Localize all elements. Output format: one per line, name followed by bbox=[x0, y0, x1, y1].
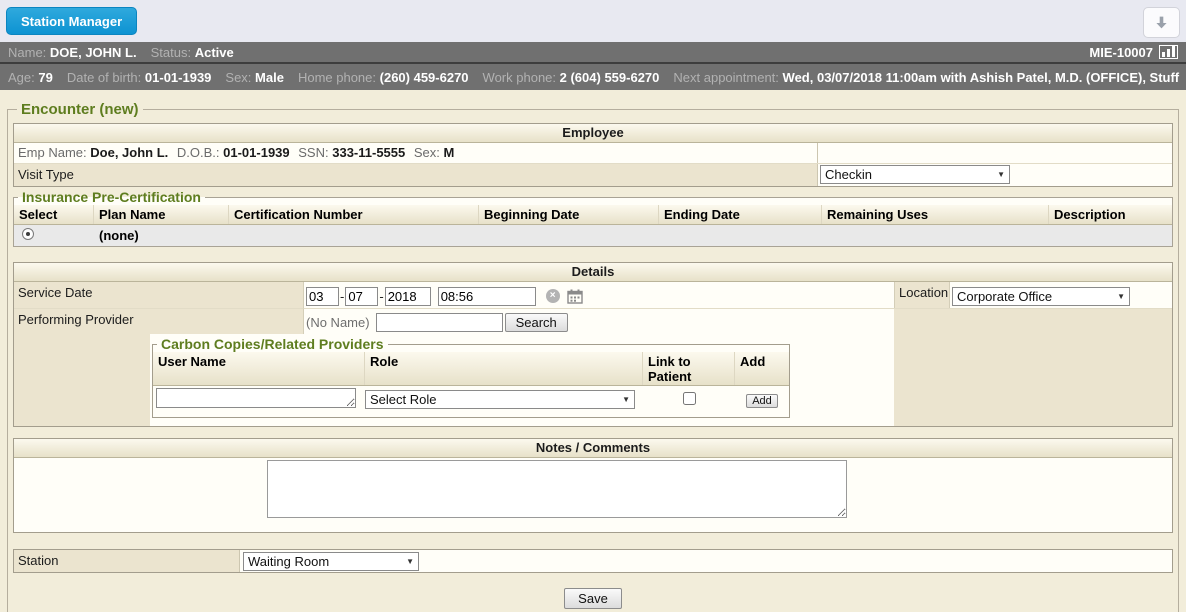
patient-work-phone: Work phone: 2 (604) 559-6270 bbox=[483, 70, 660, 85]
station-cell: Waiting Room ▼ bbox=[240, 550, 1172, 572]
performing-provider-label: Performing Provider bbox=[14, 308, 304, 334]
col-remaining-uses: Remaining Uses bbox=[822, 205, 1049, 224]
station-manager-page: Station Manager Name: DOE, JOHN L. Statu… bbox=[0, 0, 1186, 612]
save-row: Save bbox=[13, 588, 1173, 609]
location-label: Location bbox=[894, 282, 950, 308]
cc-role-select[interactable]: Select Role ▼ bbox=[365, 390, 635, 409]
chevron-down-icon: ▼ bbox=[1117, 292, 1125, 301]
service-date-month-input[interactable] bbox=[306, 287, 339, 306]
visit-type-row: Visit Type Checkin ▼ bbox=[14, 163, 1172, 186]
precert-none-radio[interactable] bbox=[22, 228, 34, 240]
carbon-left-spacer bbox=[14, 334, 150, 426]
patient-demographics-bar: Age: 79 Date of birth: 01-01-1939 Sex: M… bbox=[0, 64, 1186, 90]
col-add: Add bbox=[735, 352, 789, 385]
patient-sex: Sex: Male bbox=[225, 70, 284, 85]
col-role: Role bbox=[365, 352, 643, 385]
notes-textarea[interactable] bbox=[267, 460, 847, 518]
col-beginning-date: Beginning Date bbox=[479, 205, 659, 224]
carbon-input-row: Select Role ▼ Add bbox=[153, 386, 789, 413]
encounter-fieldset: Encounter (new) Employee Emp Name: Doe, … bbox=[7, 101, 1179, 612]
patient-name: Name: DOE, JOHN L. bbox=[8, 45, 137, 60]
col-plan-name: Plan Name bbox=[94, 205, 229, 224]
visit-type-select[interactable]: Checkin ▼ bbox=[820, 165, 1010, 184]
col-user-name: User Name bbox=[153, 352, 365, 385]
carbon-right-spacer bbox=[894, 334, 1172, 426]
location-select[interactable]: Corporate Office ▼ bbox=[952, 287, 1130, 306]
notes-header: Notes / Comments bbox=[14, 439, 1172, 458]
carbon-copies-fieldset: Carbon Copies/Related Providers User Nam… bbox=[152, 336, 790, 418]
save-button[interactable]: Save bbox=[564, 588, 622, 609]
insurance-row-none: (none) bbox=[14, 225, 1172, 246]
cc-link-to-patient-checkbox[interactable] bbox=[683, 392, 696, 405]
chart-id: MIE-10007 bbox=[1089, 45, 1153, 60]
service-time-input[interactable] bbox=[438, 287, 536, 306]
station-manager-tab[interactable]: Station Manager bbox=[6, 7, 137, 35]
employee-header: Employee bbox=[14, 124, 1172, 143]
patient-dob: Date of birth: 01-01-1939 bbox=[67, 70, 212, 85]
carbon-table-header: User Name Role Link to Patient Add bbox=[153, 352, 789, 386]
station-label: Station bbox=[14, 550, 240, 572]
cc-add-button[interactable]: Add bbox=[746, 394, 778, 408]
top-bar: Station Manager bbox=[0, 0, 1186, 42]
collapse-panel-button[interactable] bbox=[1143, 7, 1180, 38]
patient-name-bar: Name: DOE, JOHN L. Status: Active MIE-10… bbox=[0, 42, 1186, 64]
chevron-down-icon: ▼ bbox=[406, 557, 414, 566]
cc-user-name-input[interactable] bbox=[156, 388, 356, 408]
station-row: Station Waiting Room ▼ bbox=[14, 550, 1172, 572]
details-grid: Service Date - - × bbox=[14, 282, 1172, 426]
insurance-precert-legend: Insurance Pre-Certification bbox=[18, 189, 205, 205]
calendar-icon[interactable] bbox=[567, 289, 583, 304]
performing-provider-cell: (No Name) Search bbox=[304, 308, 894, 334]
insurance-precert-fieldset: Insurance Pre-Certification Select Plan … bbox=[13, 189, 1173, 247]
patient-age: Age: 79 bbox=[8, 70, 53, 85]
employee-summary: Emp Name: Doe, John L. D.O.B.: 01-01-193… bbox=[14, 143, 818, 163]
details-header: Details bbox=[14, 263, 1172, 282]
patient-status: Status: Active bbox=[151, 45, 234, 60]
service-date-cell: - - × bbox=[304, 282, 894, 308]
bar-chart-icon[interactable] bbox=[1159, 45, 1178, 59]
details-right-spacer bbox=[894, 308, 1172, 334]
chart-id-area: MIE-10007 bbox=[1089, 45, 1178, 60]
insurance-table-header: Select Plan Name Certification Number Be… bbox=[14, 205, 1172, 225]
notes-body bbox=[14, 458, 1172, 532]
clear-date-icon[interactable]: × bbox=[546, 289, 560, 303]
carbon-cell: Carbon Copies/Related Providers User Nam… bbox=[150, 334, 894, 426]
visit-type-cell: Checkin ▼ bbox=[818, 164, 1172, 186]
carbon-copies-legend: Carbon Copies/Related Providers bbox=[157, 336, 388, 352]
station-select[interactable]: Waiting Room ▼ bbox=[243, 552, 419, 571]
visit-type-label: Visit Type bbox=[14, 164, 818, 186]
details-section: Details Service Date - - × bbox=[13, 262, 1173, 427]
service-date-year-input[interactable] bbox=[385, 287, 431, 306]
encounter-legend: Encounter (new) bbox=[17, 101, 143, 118]
employee-section: Employee Emp Name: Doe, John L. D.O.B.: … bbox=[13, 123, 1173, 187]
service-date-day-input[interactable] bbox=[345, 287, 378, 306]
notes-section: Notes / Comments bbox=[13, 438, 1173, 533]
provider-search-button[interactable]: Search bbox=[505, 313, 568, 332]
col-cert-number: Certification Number bbox=[229, 205, 479, 224]
main-content: Encounter (new) Employee Emp Name: Doe, … bbox=[0, 90, 1186, 612]
col-select: Select bbox=[14, 205, 94, 224]
station-section: Station Waiting Room ▼ bbox=[13, 549, 1173, 573]
precert-plan-name: (none) bbox=[94, 228, 229, 243]
col-link-to-patient: Link to Patient bbox=[643, 352, 735, 385]
location-cell: Corporate Office ▼ bbox=[950, 282, 1172, 308]
down-arrow-icon bbox=[1153, 14, 1170, 31]
service-date-label: Service Date bbox=[14, 282, 304, 308]
chevron-down-icon: ▼ bbox=[997, 170, 1005, 179]
precert-radio-cell bbox=[14, 228, 94, 243]
employee-summary-row: Emp Name: Doe, John L. D.O.B.: 01-01-193… bbox=[14, 143, 1172, 163]
patient-next-appointment: Next appointment: Wed, 03/07/2018 11:00a… bbox=[673, 70, 1179, 85]
provider-no-name: (No Name) bbox=[306, 315, 370, 330]
patient-home-phone: Home phone: (260) 459-6270 bbox=[298, 70, 469, 85]
provider-search-input[interactable] bbox=[376, 313, 503, 332]
chevron-down-icon: ▼ bbox=[622, 395, 630, 404]
col-description: Description bbox=[1049, 205, 1172, 224]
col-ending-date: Ending Date bbox=[659, 205, 822, 224]
